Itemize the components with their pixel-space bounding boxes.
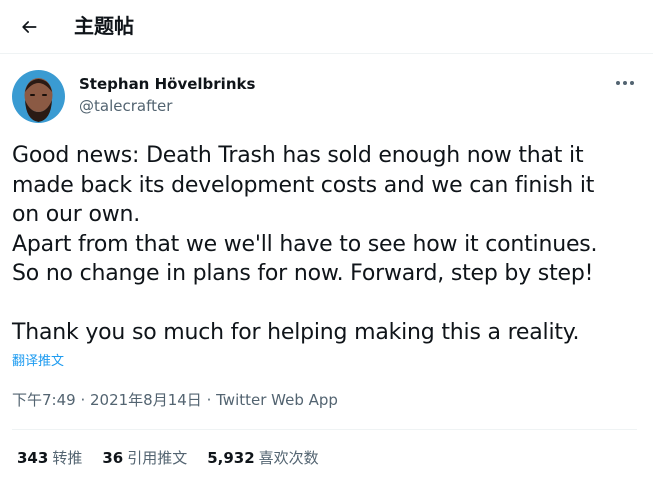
- quote-tweets-count: 36: [102, 449, 124, 467]
- retweets-count: 343: [17, 449, 49, 467]
- more-button[interactable]: [611, 71, 639, 95]
- page-title: 主题帖: [74, 14, 134, 38]
- retweets-stat[interactable]: 343 转推: [17, 447, 82, 469]
- divider: [12, 429, 637, 430]
- avatar-image: [12, 70, 65, 123]
- quote-tweets-label: 引用推文: [127, 449, 188, 467]
- back-button[interactable]: [12, 10, 46, 44]
- tweet-date[interactable]: 2021年8月14日: [90, 391, 202, 409]
- tweet-meta: 下午7:49 · 2021年8月14日 · Twitter Web App: [12, 390, 338, 410]
- author-name[interactable]: Stephan Hövelbrinks: [79, 74, 255, 94]
- more-horizontal-icon: [616, 81, 634, 85]
- tweet-time[interactable]: 下午7:49: [12, 391, 76, 409]
- likes-count: 5,932: [207, 449, 255, 467]
- likes-stat[interactable]: 5,932 喜欢次数: [207, 447, 318, 469]
- arrow-left-icon: [22, 21, 37, 33]
- quote-tweets-stat[interactable]: 36 引用推文: [102, 447, 187, 469]
- tweet-text: Good news: Death Trash has sold enough n…: [12, 143, 598, 345]
- likes-label: 喜欢次数: [258, 449, 319, 467]
- avatar[interactable]: [12, 70, 65, 123]
- meta-separator: ·: [75, 391, 90, 409]
- meta-separator: ·: [201, 391, 217, 409]
- translate-tweet-link[interactable]: 翻译推文: [12, 353, 64, 371]
- tweet-stats: 343 转推 36 引用推文 5,932 喜欢次数: [17, 447, 339, 469]
- retweets-label: 转推: [52, 449, 83, 467]
- tweet-source[interactable]: Twitter Web App: [216, 391, 338, 409]
- page-header: 主题帖: [0, 0, 653, 54]
- author-handle[interactable]: @talecrafter: [79, 96, 172, 116]
